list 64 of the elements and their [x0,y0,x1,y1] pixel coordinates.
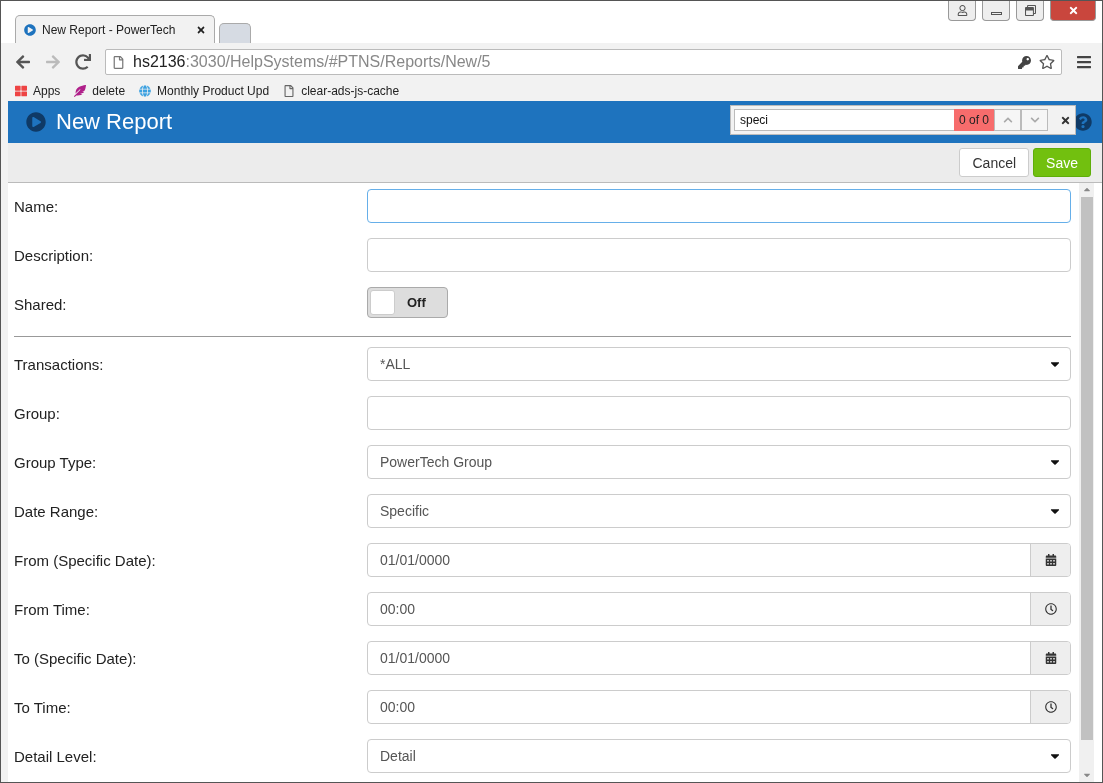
toggle-switch[interactable]: Off [367,287,448,318]
address-bar[interactable]: hs2136:3030/HelpSystems/#PTNS/Reports/New/5 [105,49,1062,75]
field-label: Description: [14,246,95,264]
back-icon[interactable] [15,54,31,70]
calendar-icon [1044,554,1057,566]
field-label: Name: [14,197,60,215]
clock-button[interactable] [1030,593,1070,625]
restore-button[interactable] [1016,1,1044,21]
menu-icon[interactable] [1076,54,1092,70]
select-field[interactable]: *ALL [367,347,1071,381]
field-label: Group: [14,404,61,422]
reload-icon[interactable] [75,54,91,70]
calendar-button[interactable] [1030,544,1070,576]
field-label: To Time: [14,698,72,716]
close-icon [196,24,206,35]
field-label: Group Type: [14,453,98,471]
calendar-button[interactable] [1030,642,1070,674]
chevron-up-icon [1002,115,1013,125]
bookmark[interactable]: clear-ads-js-cache [283,84,400,98]
select-field[interactable]: PowerTech Group [367,445,1071,479]
app-icon [26,112,46,132]
browser-tab[interactable]: New Report - PowerTech [15,15,215,43]
select-field[interactable]: Specific [367,494,1071,528]
text-field[interactable] [367,238,1071,272]
close-icon [1067,5,1079,16]
profile-button[interactable] [948,1,976,21]
chevron-down-icon [1029,115,1040,125]
restore-icon [1024,5,1036,16]
field-label: Detail Level: [14,747,98,765]
key-icon [1018,55,1031,69]
bookmark[interactable]: Apps [15,84,61,98]
page-icon [283,85,296,97]
apps-grid-icon [15,85,27,97]
scrollbar[interactable] [1079,183,1094,782]
minimize-button[interactable] [982,1,1010,21]
clock-button[interactable] [1030,691,1070,723]
calendar-icon [1044,652,1057,664]
minimize-icon [990,12,1002,15]
field-label: Date Range: [14,502,100,520]
bookmark[interactable]: Monthly Product Upd [139,84,270,98]
person-icon [956,5,968,16]
field-label: From Time: [14,600,91,618]
text-field[interactable] [367,396,1071,430]
text-field[interactable] [367,189,1071,223]
clock-icon [1044,701,1057,713]
field-label: Shared: [14,295,68,313]
star-icon [1039,54,1055,70]
help-icon[interactable] [1074,113,1092,131]
bookmark[interactable]: delete [74,84,126,98]
page-icon [112,55,125,69]
field-label: From (Specific Date): [14,551,157,569]
close-button[interactable] [1050,1,1096,21]
find-field[interactable]: speci [734,109,954,131]
select-field[interactable]: Detail [367,739,1071,773]
close-icon[interactable] [1060,114,1071,126]
globe-icon [139,85,152,97]
field-label: Transactions: [14,355,105,373]
page-title: New Report [56,109,173,135]
feather-icon [74,85,87,97]
field-label: To (Specific Date): [14,649,138,667]
clock-icon [1044,603,1057,615]
tab-favicon-icon [24,23,36,36]
match-count: 0 of 0 [953,109,994,131]
cancel-button[interactable]: Cancel [959,148,1030,177]
